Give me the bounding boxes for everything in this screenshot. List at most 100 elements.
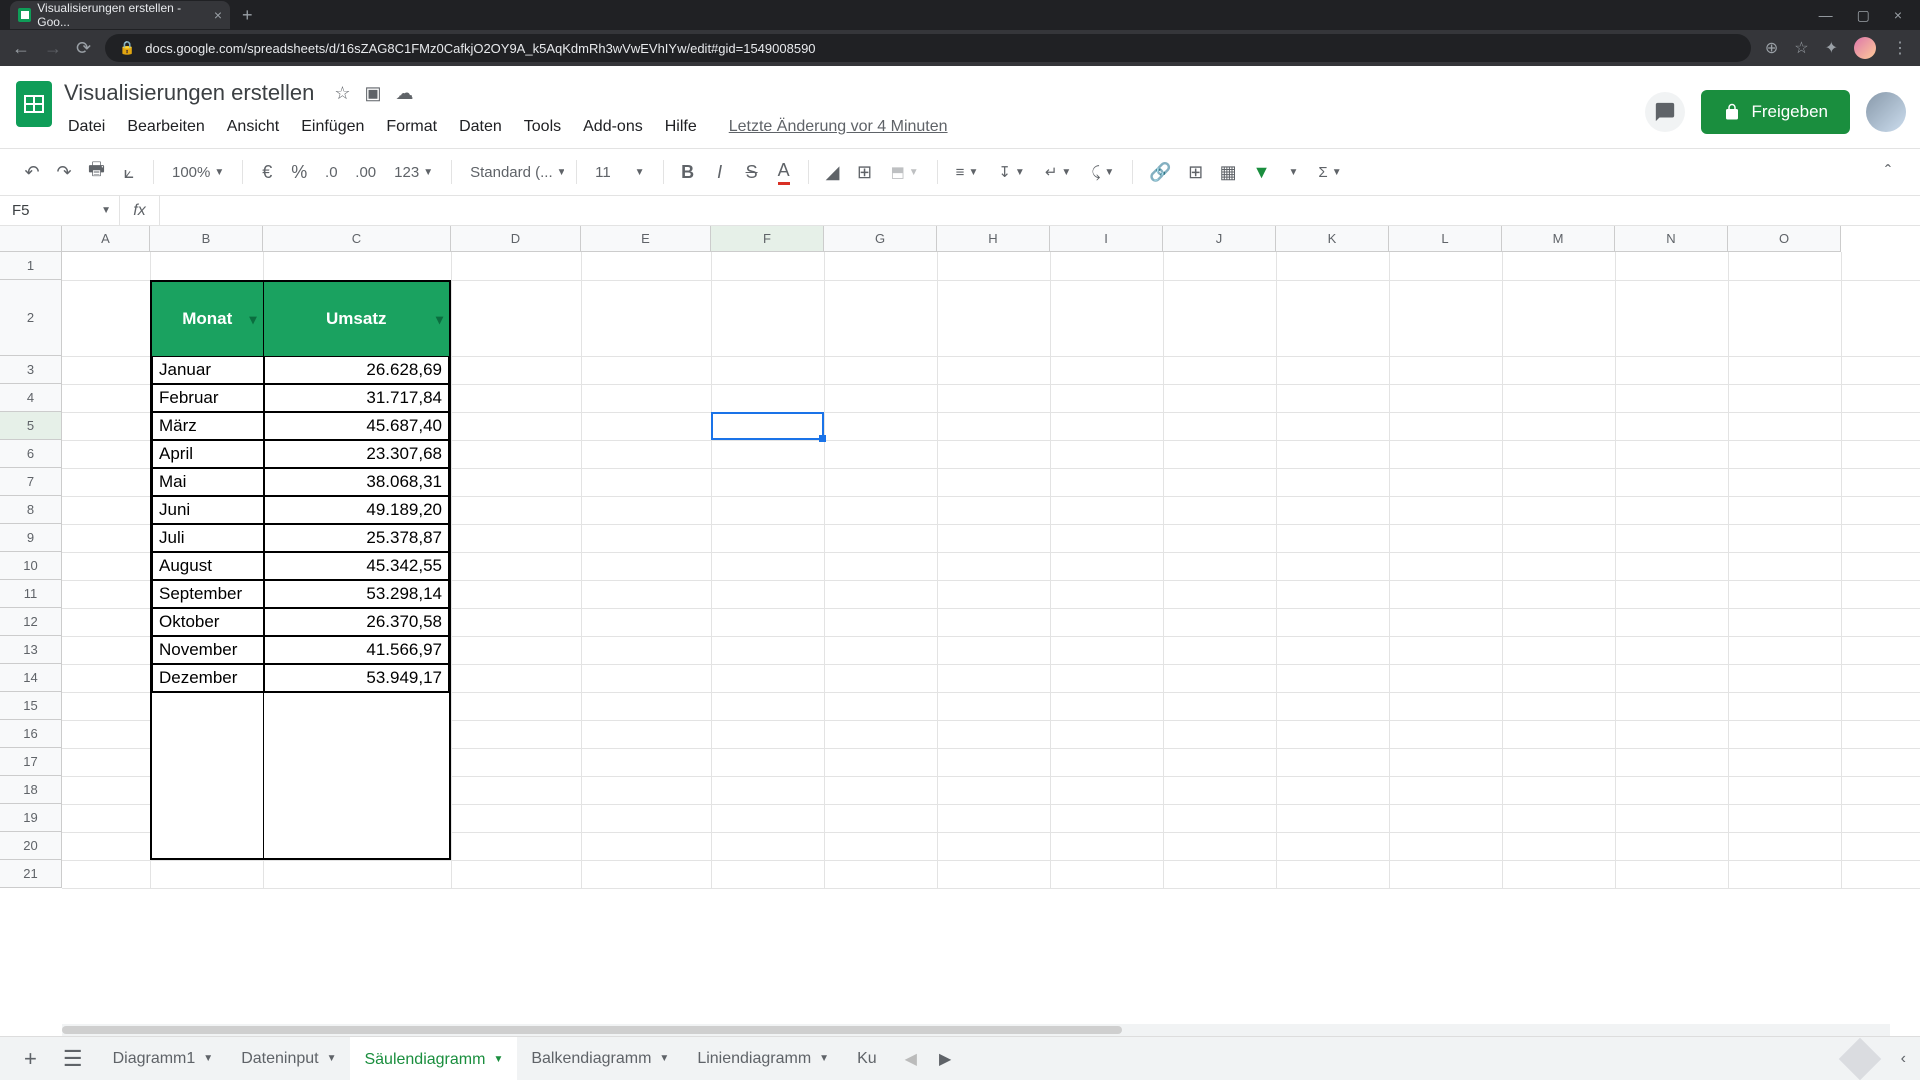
move-icon[interactable]: ▣ — [364, 83, 381, 104]
cell-umsatz[interactable]: 53.949,17 — [264, 664, 449, 692]
filter-views-button[interactable]: ▼ — [1283, 167, 1305, 178]
sheet-tab-säulendiagramm[interactable]: Säulendiagramm▼ — [350, 1037, 517, 1080]
row-header-9[interactable]: 9 — [0, 524, 62, 552]
percent-button[interactable]: % — [287, 157, 311, 187]
table-header-monat[interactable]: Monat▾ — [152, 282, 264, 356]
column-header-F[interactable]: F — [711, 226, 824, 252]
vertical-align-button[interactable]: ↧▼ — [992, 163, 1030, 181]
row-header-1[interactable]: 1 — [0, 252, 62, 280]
chrome-menu-icon[interactable]: ⋮ — [1892, 38, 1908, 58]
row-header-13[interactable]: 13 — [0, 636, 62, 664]
sheet-tab-dateninput[interactable]: Dateninput▼ — [227, 1037, 350, 1080]
sheet-tab-menu-icon[interactable]: ▼ — [327, 1053, 337, 1064]
select-all-corner[interactable] — [0, 226, 62, 252]
row-header-14[interactable]: 14 — [0, 664, 62, 692]
menu-einfügen[interactable]: Einfügen — [291, 112, 374, 142]
column-header-H[interactable]: H — [937, 226, 1050, 252]
row-header-6[interactable]: 6 — [0, 440, 62, 468]
cell-month[interactable]: Juni — [152, 496, 264, 524]
cell-month[interactable]: August — [152, 552, 264, 580]
column-header-K[interactable]: K — [1276, 226, 1389, 252]
row-header-21[interactable]: 21 — [0, 860, 62, 888]
explore-button[interactable] — [1838, 1037, 1880, 1079]
text-color-button[interactable]: A — [772, 157, 796, 187]
window-maximize-icon[interactable]: ▢ — [1857, 7, 1870, 24]
row-header-12[interactable]: 12 — [0, 608, 62, 636]
scroll-tabs-right[interactable]: ▶ — [931, 1049, 959, 1069]
menu-daten[interactable]: Daten — [449, 112, 512, 142]
scroll-tabs-left[interactable]: ◀ — [897, 1049, 925, 1069]
window-close-icon[interactable]: × — [1894, 7, 1902, 24]
row-header-16[interactable]: 16 — [0, 720, 62, 748]
star-icon[interactable]: ☆ — [334, 83, 350, 104]
redo-button[interactable]: ↷ — [52, 157, 76, 187]
document-title[interactable]: Visualisierungen erstellen — [58, 78, 320, 108]
extensions-icon[interactable]: ✦ — [1825, 38, 1838, 58]
column-header-L[interactable]: L — [1389, 226, 1502, 252]
add-sheet-button[interactable]: + — [14, 1046, 47, 1072]
sheet-tab-liniendiagramm[interactable]: Liniendiagramm▼ — [683, 1037, 843, 1080]
cell-umsatz[interactable]: 31.717,84 — [264, 384, 449, 412]
sheet-tab-menu-icon[interactable]: ▼ — [203, 1053, 213, 1064]
cell-month[interactable]: Juli — [152, 524, 264, 552]
column-header-O[interactable]: O — [1728, 226, 1841, 252]
row-header-3[interactable]: 3 — [0, 356, 62, 384]
new-tab-button[interactable]: + — [242, 5, 253, 26]
row-header-5[interactable]: 5 — [0, 412, 62, 440]
horizontal-scrollbar[interactable] — [62, 1024, 1890, 1036]
menu-format[interactable]: Format — [376, 112, 447, 142]
cell-month[interactable]: Oktober — [152, 608, 264, 636]
cell-umsatz[interactable]: 41.566,97 — [264, 636, 449, 664]
cell-month[interactable]: Februar — [152, 384, 264, 412]
column-header-J[interactable]: J — [1163, 226, 1276, 252]
insert-chart-button[interactable]: ▦ — [1216, 157, 1241, 187]
paint-format-button[interactable]: ⟀ — [117, 157, 141, 187]
menu-hilfe[interactable]: Hilfe — [655, 112, 707, 142]
all-sheets-button[interactable]: ☰ — [53, 1046, 93, 1072]
name-box[interactable]: F5 ▼ — [0, 196, 120, 225]
column-header-C[interactable]: C — [263, 226, 451, 252]
menu-bearbeiten[interactable]: Bearbeiten — [117, 112, 214, 142]
menu-ansicht[interactable]: Ansicht — [217, 112, 289, 142]
strikethrough-button[interactable]: S — [740, 157, 764, 187]
column-header-I[interactable]: I — [1050, 226, 1163, 252]
row-header-17[interactable]: 17 — [0, 748, 62, 776]
cell-month[interactable]: Dezember — [152, 664, 264, 692]
sheet-tab-menu-icon[interactable]: ▼ — [819, 1053, 829, 1064]
row-header-19[interactable]: 19 — [0, 804, 62, 832]
collapse-toolbar-icon[interactable]: ˆ — [1876, 157, 1900, 187]
cell-umsatz[interactable]: 26.370,58 — [264, 608, 449, 636]
text-rotation-button[interactable]: ⤹▼ — [1085, 164, 1120, 181]
side-panel-toggle[interactable]: ‹ — [1901, 1050, 1906, 1068]
column-header-E[interactable]: E — [581, 226, 711, 252]
font-size-select[interactable]: 11▼ — [589, 164, 650, 181]
column-header-M[interactable]: M — [1502, 226, 1615, 252]
cell-umsatz[interactable]: 23.307,68 — [264, 440, 449, 468]
account-avatar[interactable] — [1866, 92, 1906, 132]
text-wrap-button[interactable]: ↵▼ — [1039, 163, 1077, 181]
table-header-umsatz[interactable]: Umsatz▾ — [264, 282, 450, 356]
last-edit-link[interactable]: Letzte Änderung vor 4 Minuten — [719, 112, 958, 142]
row-header-2[interactable]: 2 — [0, 280, 62, 356]
column-header-G[interactable]: G — [824, 226, 937, 252]
window-minimize-icon[interactable]: — — [1819, 7, 1833, 24]
column-header-A[interactable]: A — [62, 226, 150, 252]
cloud-status-icon[interactable]: ☁ — [395, 83, 413, 104]
forward-button[interactable]: → — [44, 38, 62, 59]
address-bar[interactable]: 🔒 docs.google.com/spreadsheets/d/16sZAG8… — [105, 34, 1751, 62]
sheet-tab-balkendiagramm[interactable]: Balkendiagramm▼ — [517, 1037, 683, 1080]
cell-month[interactable]: Mai — [152, 468, 264, 496]
menu-datei[interactable]: Datei — [58, 112, 115, 142]
filter-button[interactable]: ▼ — [1249, 157, 1275, 187]
row-header-18[interactable]: 18 — [0, 776, 62, 804]
chrome-profile-avatar[interactable] — [1854, 37, 1876, 59]
comments-button[interactable] — [1645, 92, 1685, 132]
cell-umsatz[interactable]: 25.378,87 — [264, 524, 449, 552]
active-cell[interactable] — [711, 412, 824, 440]
cell-umsatz[interactable]: 45.342,55 — [264, 552, 449, 580]
menu-tools[interactable]: Tools — [514, 112, 571, 142]
formula-input[interactable] — [160, 196, 1920, 225]
increase-decimal-button[interactable]: .00 — [351, 157, 380, 187]
cell-umsatz[interactable]: 45.687,40 — [264, 412, 449, 440]
back-button[interactable]: ← — [12, 38, 30, 59]
